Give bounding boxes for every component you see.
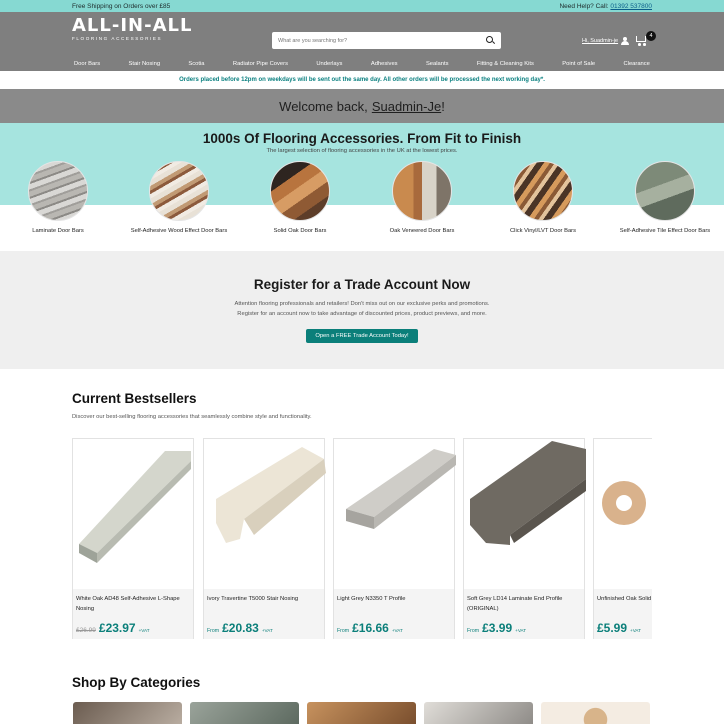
product-price: £16.66	[352, 621, 389, 635]
product-image	[334, 439, 456, 589]
product-title: Light Grey N3350 T Profile	[337, 596, 406, 602]
category-click-vinyl-lvt-door-bars[interactable]: Click Vinyl/LVT Door Bars	[493, 161, 593, 236]
product-title: Unfinished Oak Solid Pipe Rose Covers	[597, 596, 652, 602]
shop-category-tile[interactable]	[73, 702, 182, 724]
trade-account-section: Register for a Trade Account Now Attenti…	[0, 251, 724, 369]
search-icon[interactable]	[486, 36, 495, 45]
nav-fitting-cleaning-kits[interactable]: Fitting & Cleaning Kits	[477, 61, 534, 67]
category-laminate-door-bars[interactable]: Laminate Door Bars	[8, 161, 108, 236]
nav-stair-nosing[interactable]: Stair Nosing	[128, 61, 160, 67]
user-icon[interactable]	[621, 37, 629, 45]
bestsellers-desc: Discover our best-selling flooring acces…	[72, 414, 312, 420]
account-link[interactable]: Hi, Suadmin-je	[582, 38, 618, 44]
product-price: £3.99	[482, 621, 513, 635]
nav-door-bars[interactable]: Door Bars	[74, 61, 100, 67]
category-image	[28, 161, 88, 221]
product-title: White Oak AD48 Self-Adhesive L-Shape Nos…	[76, 596, 180, 612]
cart-count-badge: 4	[646, 31, 656, 41]
category-self-adhesive-tile-door-bars[interactable]: Self-Adhesive Tile Effect Door Bars	[615, 161, 715, 236]
product-carousel: White Oak AD48 Self-Adhesive L-Shape Nos…	[72, 438, 652, 640]
product-card[interactable]: Unfinished Oak Solid Pipe Rose Covers £5…	[593, 438, 652, 639]
hero-title: 1000s Of Flooring Accessories. From Fit …	[202, 131, 522, 146]
welcome-banner: Welcome back, Suadmin-Je!	[0, 89, 724, 123]
product-card[interactable]: Ivory Travertine T5000 Stair Nosing From…	[203, 438, 326, 639]
category-image	[392, 161, 452, 221]
nav-scotia[interactable]: Scotia	[188, 61, 204, 67]
bestsellers-section: Current Bestsellers Discover our best-se…	[0, 369, 724, 640]
nav-underlays[interactable]: Underlays	[316, 61, 342, 67]
main-nav: Door Bars Stair Nosing Scotia Radiator P…	[0, 57, 724, 71]
product-title: Ivory Travertine T5000 Stair Nosing	[207, 596, 299, 602]
top-bar: Free Shipping on Orders over £85 Need He…	[0, 0, 724, 12]
nav-clearance[interactable]: Clearance	[623, 61, 649, 67]
site-logo[interactable]: ALL-IN-ALL FLOORING ACCESSORIES	[72, 17, 192, 42]
category-image	[513, 161, 573, 221]
product-image	[594, 439, 652, 589]
category-self-adhesive-wood-door-bars[interactable]: Self-Adhesive Wood Effect Door Bars	[129, 161, 229, 236]
nav-radiator-pipe-covers[interactable]: Radiator Pipe Covers	[233, 61, 288, 67]
category-image	[270, 161, 330, 221]
shop-title: Shop By Categories	[72, 675, 201, 690]
nav-point-of-sale[interactable]: Point of Sale	[562, 61, 595, 67]
shop-category-tile[interactable]	[190, 702, 299, 724]
help-line: Need Help? Call: 01392 537800	[559, 2, 652, 10]
trade-text: Attention flooring professionals and ret…	[234, 301, 490, 317]
trade-title: Register for a Trade Account Now	[253, 277, 471, 292]
product-title: Soft Grey LD14 Laminate End Profile (ORI…	[467, 596, 563, 612]
bestsellers-title: Current Bestsellers	[72, 391, 197, 406]
category-image	[149, 161, 209, 221]
shop-category-tile[interactable]	[541, 702, 650, 724]
product-card[interactable]: Light Grey N3350 T Profile From £16.66 +VA…	[333, 438, 456, 639]
shipping-message: Free Shipping on Orders over £85	[72, 2, 171, 10]
search-input[interactable]	[278, 37, 486, 44]
hero-subtitle: The largest selection of flooring access…	[266, 148, 458, 154]
nav-adhesives[interactable]: Adhesives	[371, 61, 398, 67]
dispatch-notice: Orders placed before 12pm on weekdays wi…	[0, 71, 724, 89]
nav-sealants[interactable]: Sealants	[426, 61, 449, 67]
phone-link[interactable]: 01392 537800	[610, 3, 652, 10]
search-bar	[272, 32, 501, 49]
shop-category-tile[interactable]	[424, 702, 533, 724]
product-was-price: £26.99	[76, 627, 96, 634]
category-solid-oak-door-bars[interactable]: Solid Oak Door Bars	[250, 161, 350, 236]
category-oak-veneered-door-bars[interactable]: Oak Veneered Door Bars	[372, 161, 472, 236]
product-price: £5.99	[597, 621, 628, 635]
product-card[interactable]: White Oak AD48 Self-Adhesive L-Shape Nos…	[72, 438, 194, 639]
product-price: £23.97	[98, 621, 136, 635]
product-card[interactable]: Soft Grey LD14 Laminate End Profile (ORI…	[463, 438, 586, 639]
open-trade-account-button[interactable]: Open a FREE Trade Account Today!	[306, 329, 418, 343]
shop-category-tile[interactable]	[307, 702, 416, 724]
product-image	[204, 439, 326, 589]
hero-section: 1000s Of Flooring Accessories. From Fit …	[0, 123, 724, 251]
product-price: £20.83	[222, 621, 259, 635]
site-header: ALL-IN-ALL FLOORING ACCESSORIES Hi, Suad…	[0, 12, 724, 57]
category-image	[635, 161, 695, 221]
product-image	[464, 439, 586, 589]
welcome-username-link[interactable]: Suadmin-Je	[372, 99, 441, 114]
product-image	[73, 439, 193, 589]
